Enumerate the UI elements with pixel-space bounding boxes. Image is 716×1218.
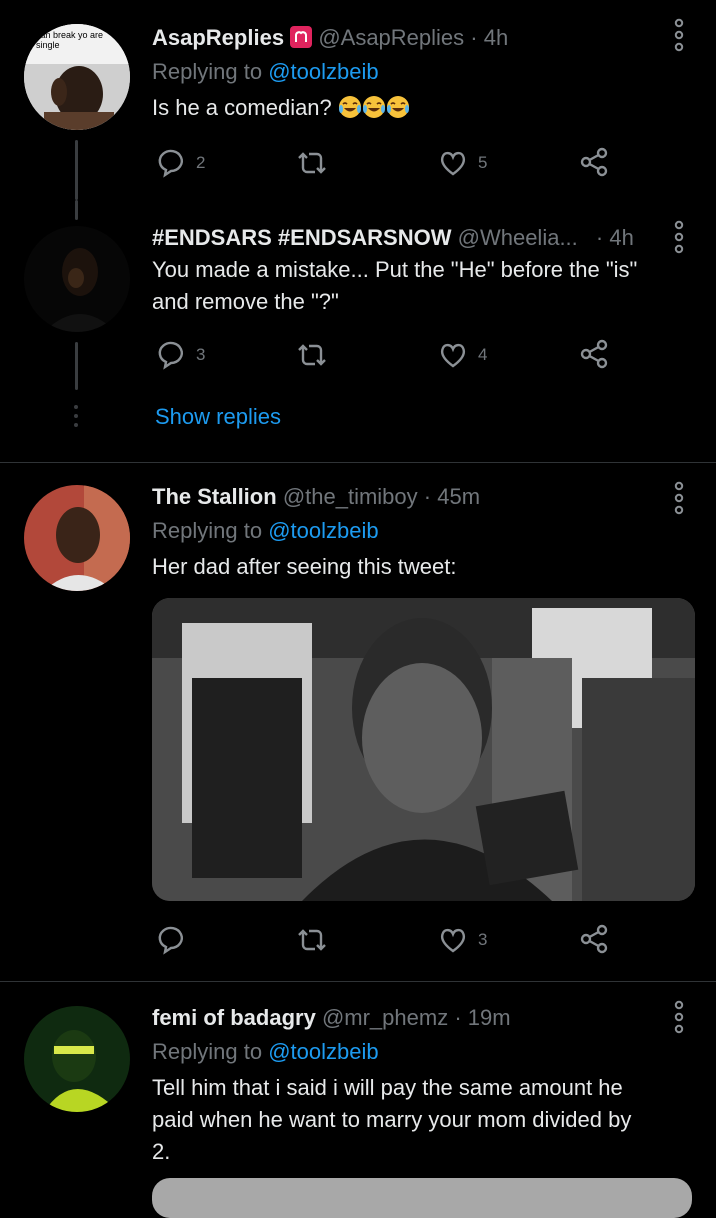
retweet-button[interactable] (296, 148, 328, 178)
reply-count: 3 (196, 345, 206, 364)
share-button[interactable] (578, 923, 610, 955)
reply-icon (158, 341, 183, 370)
tweet-text: Is he a comedian? (152, 92, 410, 124)
tweet-the-stallion[interactable]: The Stallion @the_timiboy · 45m Replying… (0, 463, 716, 981)
handle[interactable]: @the_timiboy (283, 484, 418, 509)
like-button[interactable]: 3 (438, 925, 487, 955)
share-icon (580, 147, 608, 177)
tweet-text: You made a mistake... Put the "He" befor… (152, 257, 638, 314)
thread-line (75, 200, 78, 220)
tweet-text: Tell him that i said i will pay the same… (152, 1075, 632, 1164)
timestamp[interactable]: 19m (468, 1005, 511, 1030)
tweet-media-image[interactable] (152, 1178, 692, 1218)
handle[interactable]: @AsapReplies (318, 25, 464, 50)
tweet-media-image[interactable] (152, 598, 695, 901)
aries-icon (290, 26, 313, 48)
thread-line (75, 342, 78, 390)
show-replies-link[interactable]: Show replies (155, 403, 281, 431)
separator: · (423, 484, 432, 509)
more-vertical-icon[interactable] (672, 1000, 686, 1034)
share-icon (580, 339, 608, 369)
share-icon (580, 924, 608, 954)
tweet-header: The Stallion @the_timiboy · 45m (152, 483, 480, 511)
display-name[interactable]: femi of badagry (152, 1005, 316, 1030)
replying-to: Replying to @toolzbeib (152, 59, 379, 84)
separator: · (470, 25, 478, 50)
like-count: 5 (478, 153, 488, 172)
tweet-endsars[interactable]: #ENDSARS #ENDSARSNOW @Wheelia... · 4h Yo… (0, 200, 716, 462)
display-name[interactable]: AsapReplies (152, 25, 284, 50)
tweet-header: #ENDSARS #ENDSARSNOW @Wheelia... · 4h (152, 224, 634, 252)
display-name[interactable]: The Stallion (152, 484, 277, 509)
mention-link[interactable]: @toolzbeib (268, 518, 378, 543)
reply-button[interactable]: 2 (156, 148, 205, 178)
timestamp[interactable]: 4h (484, 25, 508, 50)
tweet-text: Her dad after seeing this tweet: (152, 554, 457, 579)
share-button[interactable] (578, 338, 610, 370)
heart-icon (440, 928, 466, 953)
avatar-caption: can break yo are single (36, 30, 104, 50)
like-count: 3 (478, 930, 488, 949)
mention-link[interactable]: @toolzbeib (268, 59, 378, 84)
timestamp[interactable]: 45m (437, 484, 480, 509)
mention-link[interactable]: @toolzbeib (268, 1039, 378, 1064)
thread-dots (74, 405, 78, 432)
retweet-button[interactable] (296, 925, 328, 955)
replying-to: Replying to @toolzbeib (152, 518, 379, 543)
like-count: 4 (478, 345, 488, 364)
separator: · (595, 225, 604, 250)
replying-to: Replying to @toolzbeib (152, 1039, 379, 1064)
tweet-header: AsapReplies @AsapReplies · 4h (152, 24, 508, 52)
share-button[interactable] (578, 146, 610, 178)
more-vertical-icon[interactable] (672, 18, 686, 52)
retweet-icon (298, 152, 326, 174)
tweet-header: femi of badagry @mr_phemz · 19m (152, 1004, 511, 1032)
tears-of-joy-emoji (338, 95, 410, 120)
display-name[interactable]: #ENDSARS #ENDSARSNOW (152, 225, 452, 250)
reply-button[interactable]: 3 (156, 340, 205, 370)
tweet-femi-of-badagry[interactable]: femi of badagry @mr_phemz · 19m Replying… (0, 982, 716, 1218)
reply-button[interactable] (156, 925, 196, 955)
handle[interactable]: @mr_phemz (322, 1005, 448, 1030)
separator: · (454, 1005, 462, 1030)
avatar[interactable] (24, 226, 130, 332)
retweet-icon (298, 344, 326, 366)
like-button[interactable]: 5 (438, 148, 487, 178)
reply-count: 2 (196, 153, 206, 172)
like-button[interactable]: 4 (438, 340, 487, 370)
avatar[interactable] (24, 485, 130, 591)
retweet-button[interactable] (296, 340, 328, 370)
more-vertical-icon[interactable] (672, 481, 686, 515)
timestamp[interactable]: 4h (609, 225, 633, 250)
more-vertical-icon[interactable] (672, 220, 686, 254)
retweet-icon (298, 929, 326, 951)
handle[interactable]: @Wheelia... (458, 225, 578, 250)
reply-icon (158, 926, 183, 955)
tweet-asapreplies[interactable]: can break yo are single AsapReplies @Asa… (0, 0, 716, 200)
thread-line (75, 140, 78, 200)
reply-icon (158, 149, 183, 178)
avatar[interactable]: can break yo are single (24, 24, 130, 130)
heart-icon (440, 151, 466, 176)
heart-icon (440, 343, 466, 368)
avatar[interactable] (24, 1006, 130, 1112)
